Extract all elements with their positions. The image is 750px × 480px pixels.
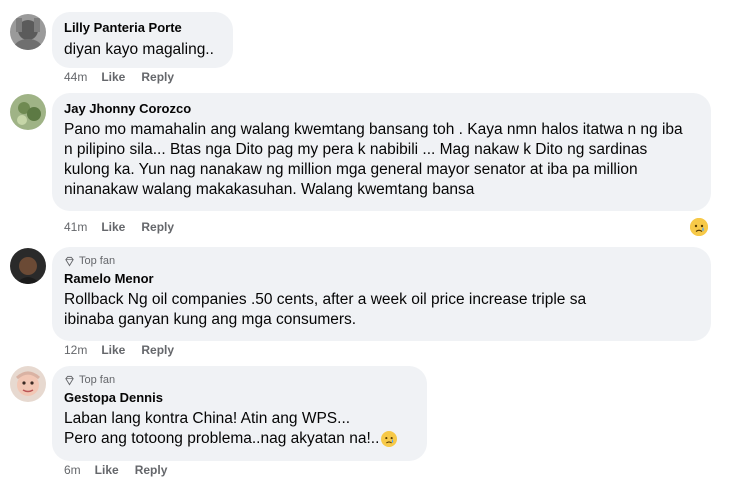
comment-timestamp[interactable]: 12m [64,343,87,357]
comment-author[interactable]: Ramelo Menor [64,270,699,287]
reply-button[interactable]: Reply [141,70,174,84]
top-fan-badge: Top fan [64,373,415,387]
comment-timestamp[interactable]: 41m [64,220,87,234]
reply-button[interactable]: Reply [141,343,174,357]
comment-text-line-1: Laban lang kontra China! Atin ang WPS... [64,410,351,427]
badge-label: Top fan [79,374,116,386]
comment-bubble: Jay Jhonny Corozco Pano mo mamahalin ang… [52,93,711,211]
comment-actions: 6m Like Reply [64,463,183,477]
comment-bubble: Top fan Ramelo Menor Rollback Ng oil com… [52,247,711,341]
like-button[interactable]: Like [101,343,125,357]
top-fan-badge: Top fan [64,254,699,268]
comment-timestamp[interactable]: 44m [64,70,87,84]
comment-text: Rollback Ng oil companies .50 cents, aft… [64,291,587,328]
diamond-icon [65,256,74,266]
comment-actions: 12m Like Reply [64,343,190,357]
crying-face-emoji-icon [381,431,398,447]
like-button[interactable]: Like [95,463,119,477]
comment-text: diyan kayo magaling.. [64,41,214,58]
badge-label: Top fan [79,255,116,267]
like-button[interactable]: Like [101,220,125,234]
comment-author[interactable]: Lilly Panteria Porte [64,19,221,36]
diamond-icon [65,375,74,385]
reply-button[interactable]: Reply [135,463,168,477]
comment-actions: 44m Like Reply [64,70,190,84]
comment-bubble: Top fan Gestopa Dennis Laban lang kontra… [52,366,427,461]
crying-face-icon[interactable] [690,218,708,236]
avatar[interactable] [10,14,46,50]
like-button[interactable]: Like [101,70,125,84]
avatar[interactable] [10,248,46,284]
comment-actions: 41m Like Reply [64,220,190,234]
comment-text-line-2-row: Pero ang totoong problema..nag akyatan n… [64,429,415,449]
comment-text-line-2: Pero ang totoong problema..nag akyatan n… [64,430,380,447]
comment-author[interactable]: Jay Jhonny Corozco [64,100,699,117]
comment-bubble: Lilly Panteria Porte diyan kayo magaling… [52,12,233,68]
comment-author[interactable]: Gestopa Dennis [64,389,415,406]
comment-text: Pano mo mamahalin ang walang kwemtang ba… [64,121,683,198]
avatar[interactable] [10,94,46,130]
avatar[interactable] [10,366,46,402]
comment-timestamp[interactable]: 6m [64,463,81,477]
reply-button[interactable]: Reply [141,220,174,234]
